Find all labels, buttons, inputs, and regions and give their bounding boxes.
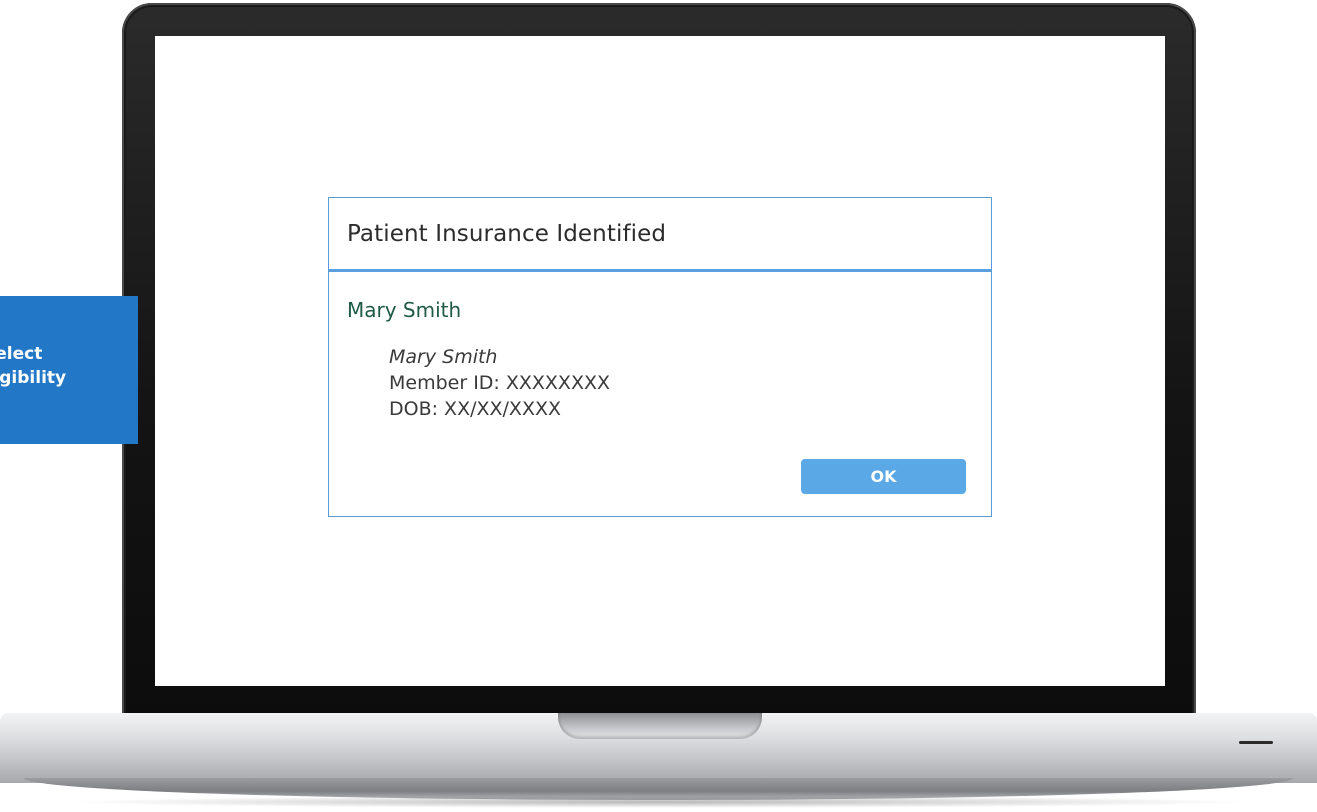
- badge-line-2: Eligibility: [0, 368, 67, 388]
- laptop-shadow: [60, 796, 1257, 808]
- dialog-header: Patient Insurance Identified: [329, 198, 991, 272]
- patient-name: Mary Smith: [347, 298, 462, 322]
- ok-button[interactable]: OK: [801, 459, 966, 494]
- patient-insurance-dialog: Patient Insurance Identified Mary Smith …: [328, 197, 992, 517]
- laptop-indicator-light: [1239, 741, 1273, 744]
- details-dob: DOB: XX/XX/XXXX: [389, 398, 561, 420]
- laptop-hinge-notch: [558, 713, 762, 739]
- patient-details: Mary Smith Member ID: XXXXXXXX DOB: XX/X…: [389, 344, 610, 422]
- dialog-title: Patient Insurance Identified: [347, 220, 667, 247]
- badge-line-1: Select: [0, 344, 43, 364]
- select-eligibility-badge: Select Eligibility: [0, 296, 138, 444]
- details-name: Mary Smith: [389, 346, 498, 368]
- details-member-id: Member ID: XXXXXXXX: [389, 372, 610, 394]
- laptop-scene: Select Eligibility Patient Insurance Ide…: [0, 0, 1317, 812]
